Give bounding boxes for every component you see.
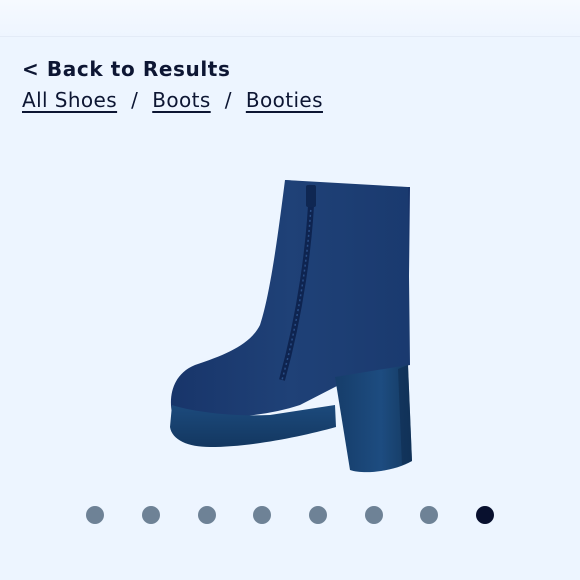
back-to-results-link[interactable]: < Back to Results (22, 57, 230, 81)
carousel-dot-7[interactable] (420, 506, 438, 524)
breadcrumb: All Shoes / Boots / Booties (22, 88, 323, 112)
boot-icon (170, 180, 412, 473)
carousel-dot-6[interactable] (365, 506, 383, 524)
product-image[interactable] (150, 165, 430, 485)
image-carousel-dots (0, 506, 580, 526)
carousel-dot-4[interactable] (253, 506, 271, 524)
carousel-dot-8-active[interactable] (476, 506, 494, 524)
breadcrumb-separator: / (131, 88, 139, 112)
breadcrumb-separator: / (224, 88, 232, 112)
carousel-dot-2[interactable] (142, 506, 160, 524)
carousel-dot-3[interactable] (198, 506, 216, 524)
top-bar (0, 0, 580, 37)
breadcrumb-booties[interactable]: Booties (246, 88, 323, 112)
breadcrumb-all-shoes[interactable]: All Shoes (22, 88, 117, 112)
carousel-dot-5[interactable] (309, 506, 327, 524)
breadcrumb-boots[interactable]: Boots (152, 88, 210, 112)
carousel-dot-1[interactable] (86, 506, 104, 524)
